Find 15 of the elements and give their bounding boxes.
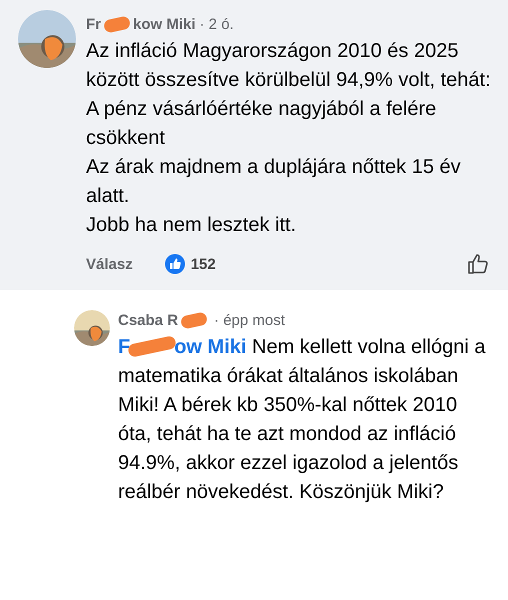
comment-text: A pénz vásárlóértéke nagyjából a felére csökkent — [86, 97, 438, 151]
author-name[interactable]: Fr — [86, 16, 101, 33]
comment-time: · épp most — [214, 312, 285, 329]
comment-time: · 2 ó. — [200, 16, 234, 33]
comment-text: Az árak majdnem a duplájára nőttek 15 év alatt. — [86, 155, 462, 209]
mention-link[interactable]: F ow Miki — [118, 336, 246, 358]
like-icon[interactable] — [466, 252, 490, 276]
author-name[interactable]: Csaba R — [118, 312, 178, 329]
author-name[interactable]: kow Miki — [133, 16, 196, 33]
comment-text: Jobb ha nem lesztek itt. — [86, 213, 298, 238]
like-icon — [164, 254, 185, 274]
reply-text: F ow Miki Nem kellett volna ellógni a matematika órákat általános iskolában Miki! A bérek kb 350%-kal nőttek 2010 óta, tehát ha te azt mondod az infláció 94.9%, akkor ezzel igazolod a jelentős reálbér növekedést. Köszönjük Miki? — [118, 334, 486, 505]
reply-link[interactable]: Válasz — [86, 256, 133, 272]
like-count: 152 — [190, 256, 216, 272]
comment-text: Az infláció Magyarországon 2010 és 2025 között összesítve körülbelül 94,9% volt, tehát: — [86, 39, 492, 93]
